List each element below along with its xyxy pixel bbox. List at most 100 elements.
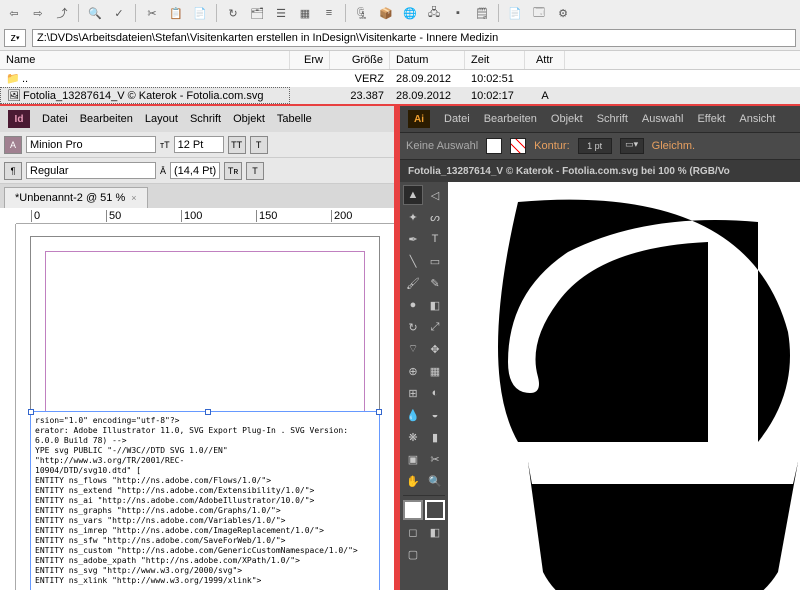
back-icon[interactable]: ⇦ (4, 3, 24, 23)
fill-swatch[interactable] (486, 138, 502, 154)
details-icon[interactable]: ≡ (319, 3, 339, 23)
id-menu-datei[interactable]: Datei (42, 113, 68, 125)
header-ext[interactable]: Erw (290, 51, 330, 69)
paper-icon[interactable]: 📄 (505, 3, 525, 23)
slice-tool[interactable]: ✂ (425, 449, 445, 469)
fill-control[interactable] (403, 500, 423, 520)
lasso-tool[interactable]: ᔕ (425, 207, 445, 227)
id-menu-layout[interactable]: Layout (145, 113, 178, 125)
unzip-icon[interactable]: 📦 (376, 3, 396, 23)
cmd-icon[interactable]: ▪ (448, 3, 468, 23)
thumb-icon[interactable]: ▦ (295, 3, 315, 23)
scale-tool[interactable]: ⤢ (425, 317, 445, 337)
sub-button[interactable]: T (246, 162, 264, 180)
header-time[interactable]: Zeit (465, 51, 525, 69)
blob-brush-tool[interactable]: ● (403, 295, 423, 315)
brush-dropdown[interactable]: ▭▾ (620, 138, 644, 154)
id-menu-tabelle[interactable]: Tabelle (277, 113, 312, 125)
free-transform-tool[interactable]: ✥ (425, 339, 445, 359)
forward-icon[interactable]: ⇨ (28, 3, 48, 23)
id-menu-objekt[interactable]: Objekt (233, 113, 265, 125)
stroke-control[interactable] (425, 500, 445, 520)
id-menu-schrift[interactable]: Schrift (190, 113, 221, 125)
font-style-select[interactable] (26, 162, 156, 179)
header-attr[interactable]: Attr (525, 51, 565, 69)
type-tool[interactable]: T (425, 229, 445, 249)
shape-builder-tool[interactable]: ⊕ (403, 361, 423, 381)
header-name[interactable]: Name (0, 51, 290, 69)
path-field[interactable]: Z:\DVDs\Arbeitsdateien\Stefan\Visitenkar… (32, 29, 796, 47)
pencil-tool[interactable]: ✎ (425, 273, 445, 293)
cut-icon[interactable]: ✂ (142, 3, 162, 23)
perspective-tool[interactable]: ▦ (425, 361, 445, 381)
leading-field[interactable] (170, 162, 220, 179)
search-icon[interactable]: 🔍 (85, 3, 105, 23)
selection-tool[interactable]: ▲ (403, 185, 423, 205)
close-tab-icon[interactable]: × (131, 193, 136, 203)
hand-tool[interactable]: ✋ (403, 471, 423, 491)
ftp-icon[interactable]: 🌐 (400, 3, 420, 23)
select-icon[interactable]: ✓ (109, 3, 129, 23)
notepad-icon[interactable]: 🗒 (472, 3, 492, 23)
font-family-select[interactable] (26, 136, 156, 153)
char-mode-button[interactable]: A (4, 136, 22, 154)
artboard-tool[interactable]: ▣ (403, 449, 423, 469)
screen-mode[interactable]: ▢ (403, 544, 423, 564)
width-tool[interactable]: ⌔ (403, 339, 423, 359)
list-icon[interactable]: ☰ (271, 3, 291, 23)
eyedropper-tool[interactable]: 💧 (403, 405, 423, 425)
text-frame[interactable]: rsion="1.0" encoding="utf-8"?>erator: Ad… (30, 411, 380, 590)
doc-tab[interactable]: *Unbenannt-2 @ 51 % × (4, 187, 148, 208)
text-frame-content[interactable]: rsion="1.0" encoding="utf-8"?>erator: Ad… (31, 412, 379, 590)
gleichm-label[interactable]: Gleichm. (652, 140, 695, 152)
gradient-tool[interactable]: ◐ (425, 383, 445, 403)
ai-menu-objekt[interactable]: Objekt (551, 113, 583, 125)
up-icon[interactable]: ⤴ (52, 3, 72, 23)
ai-menu-effekt[interactable]: Effekt (697, 113, 725, 125)
ai-menu-auswahl[interactable]: Auswahl (642, 113, 684, 125)
illustrator-canvas[interactable] (448, 182, 800, 590)
frame-handle[interactable] (376, 409, 382, 415)
tree-icon[interactable]: 🗂 (247, 3, 267, 23)
zoom-tool[interactable]: 🔍 (425, 471, 445, 491)
drive-selector[interactable]: z▾ (4, 29, 26, 47)
zip-icon[interactable]: 🗜 (352, 3, 372, 23)
config-icon[interactable]: ⚙ (553, 3, 573, 23)
allcaps-button[interactable]: TT (228, 136, 246, 154)
mesh-tool[interactable]: ⊞ (403, 383, 423, 403)
rotate-tool[interactable]: ↻ (403, 317, 423, 337)
id-menu-bearbeiten[interactable]: Bearbeiten (80, 113, 133, 125)
symbol-sprayer-tool[interactable]: ❋ (403, 427, 423, 447)
net-icon[interactable]: 🖧 (424, 3, 444, 23)
header-size[interactable]: Größe (330, 51, 390, 69)
frame-handle[interactable] (205, 409, 211, 415)
magic-wand-tool[interactable]: ✦ (403, 207, 423, 227)
ai-menu-ansicht[interactable]: Ansicht (739, 113, 775, 125)
draw-mode-normal[interactable]: ◻ (403, 522, 423, 542)
sup-button[interactable]: T (250, 136, 268, 154)
smallcaps-button[interactable]: Tʀ (224, 162, 242, 180)
header-date[interactable]: Datum (390, 51, 465, 69)
direct-select-tool[interactable]: ◁ (425, 185, 445, 205)
rectangle-tool[interactable]: ▭ (425, 251, 445, 271)
illustrator-doc-tab[interactable]: Fotolia_13287614_V © Katerok - Fotolia.c… (400, 160, 800, 182)
brush-tool[interactable]: 🖌 (403, 273, 423, 293)
frame-handle[interactable] (28, 409, 34, 415)
indesign-canvas[interactable]: 0 50 100 150 200 rsion="1.0" encoding="u… (0, 208, 394, 590)
file-row-svg[interactable]: 🖼Fotolia_13287614_V © Katerok - Fotolia.… (0, 87, 800, 104)
pen-tool[interactable]: ✒ (403, 229, 423, 249)
refresh-icon[interactable]: ↻ (223, 3, 243, 23)
stroke-swatch[interactable] (510, 138, 526, 154)
file-row-parent[interactable]: 📁.. VERZ 28.09.2012 10:02:51 (0, 70, 800, 87)
font-size-field[interactable] (174, 136, 224, 153)
eraser-tool[interactable]: ◧ (425, 295, 445, 315)
line-tool[interactable]: ╲ (403, 251, 423, 271)
para-mode-button[interactable]: ¶ (4, 162, 22, 180)
stroke-width-field[interactable] (578, 138, 612, 154)
window-icon[interactable]: 🗔 (529, 3, 549, 23)
ai-menu-schrift[interactable]: Schrift (597, 113, 628, 125)
graph-tool[interactable]: ▮ (425, 427, 445, 447)
draw-mode-behind[interactable]: ◧ (425, 522, 445, 542)
copy-icon[interactable]: 📋 (166, 3, 186, 23)
blend-tool[interactable]: ◒ (425, 405, 445, 425)
